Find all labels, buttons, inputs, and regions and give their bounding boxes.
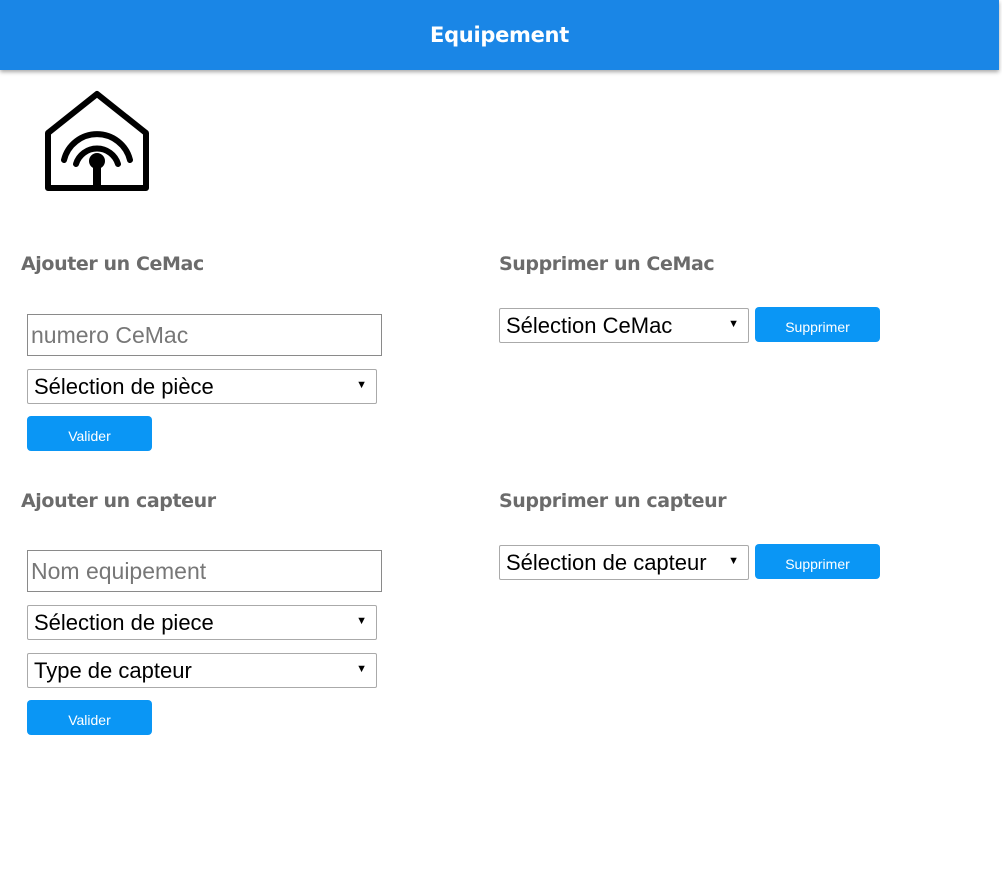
app-header: Equipement [0,0,999,70]
dropdown-arrow-icon: ▼ [356,663,367,675]
select-value: Sélection de pièce [34,373,214,399]
select-value: Sélection de capteur [506,549,707,575]
dropdown-arrow-icon: ▼ [728,318,739,330]
select-value: Sélection CeMac [506,312,673,338]
dropdown-arrow-icon: ▼ [356,379,367,391]
sensor-type-select[interactable]: Type de capteur ▼ [27,653,377,688]
delete-cemac-title: Supprimer un CeMac [499,253,715,275]
add-cemac-title: Ajouter un CeMac [21,253,204,275]
sensor-name-input[interactable] [27,550,382,592]
cemac-select[interactable]: Sélection CeMac ▼ [499,308,749,343]
delete-cemac-button[interactable]: Supprimer [755,307,880,342]
sensor-select[interactable]: Sélection de capteur ▼ [499,545,749,580]
smart-home-wifi-icon [45,91,149,191]
cemac-room-select[interactable]: Sélection de pièce ▼ [27,369,377,404]
delete-sensor-button[interactable]: Supprimer [755,544,880,579]
cemac-number-input[interactable] [27,314,382,356]
add-sensor-submit-button[interactable]: Valider [27,700,152,735]
dropdown-arrow-icon: ▼ [728,555,739,567]
add-cemac-submit-button[interactable]: Valider [27,416,152,451]
select-value: Sélection de piece [34,609,214,635]
add-sensor-title: Ajouter un capteur [21,490,216,512]
select-value: Type de capteur [34,657,192,683]
delete-sensor-title: Supprimer un capteur [499,490,727,512]
dropdown-arrow-icon: ▼ [356,615,367,627]
page-title: Equipement [430,23,569,47]
sensor-room-select[interactable]: Sélection de piece ▼ [27,605,377,640]
